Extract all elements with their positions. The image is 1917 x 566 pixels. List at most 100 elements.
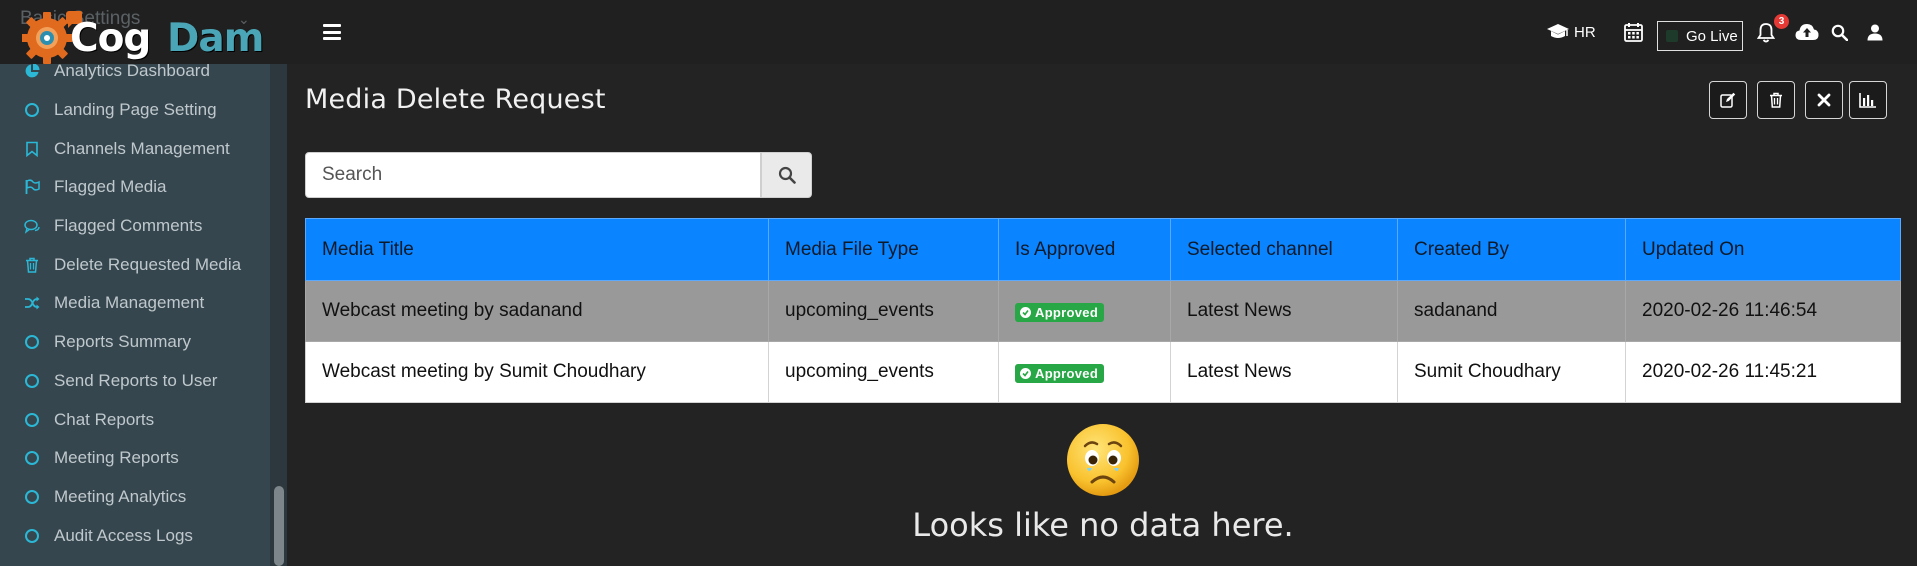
sidebar-nav: Analytics Dashboard Landing Page Setting… — [0, 52, 270, 555]
cell-is-approved: Approved — [998, 280, 1171, 342]
go-live-button[interactable]: Go Live — [1657, 21, 1743, 51]
cell-selected-channel: Latest News — [1170, 341, 1398, 403]
approved-label: Approved — [1035, 366, 1099, 381]
sidebar-scroll-area: Analytics Dashboard Landing Page Setting… — [0, 0, 270, 566]
notification-count-badge: 3 — [1774, 14, 1789, 29]
sidebar-item-flagged-comments[interactable]: Flagged Comments — [0, 207, 270, 246]
column-header-media-title[interactable]: Media Title — [305, 218, 769, 281]
circle-icon — [24, 334, 40, 350]
sidebar-item-label: Audit Access Logs — [54, 525, 193, 545]
column-header-media-file-type[interactable]: Media File Type — [768, 218, 999, 281]
hr-menu[interactable]: HR — [1546, 0, 1596, 64]
user-icon — [1867, 24, 1883, 40]
trash-icon — [1770, 92, 1782, 108]
sidebar-item-label: Meeting Reports — [54, 448, 179, 468]
sidebar-item-send-reports-to-user[interactable]: Send Reports to User — [0, 362, 270, 401]
comments-icon — [24, 218, 40, 234]
sidebar-item-label: Analytics Dashboard — [54, 61, 210, 81]
search-button[interactable] — [1831, 0, 1848, 64]
sidebar-item-landing-page-setting[interactable]: Landing Page Setting — [0, 91, 270, 130]
cell-media-file-type: upcoming_events — [768, 341, 999, 403]
sidebar-item-media-management[interactable]: Media Management — [0, 284, 270, 323]
upload-button[interactable] — [1795, 0, 1819, 64]
cell-updated-on: 2020-02-26 11:45:21 — [1625, 341, 1901, 403]
trash-icon — [24, 257, 40, 273]
column-header-selected-channel[interactable]: Selected channel — [1170, 218, 1398, 281]
user-profile-button[interactable] — [1867, 0, 1883, 64]
calendar-button[interactable] — [1624, 0, 1643, 64]
edit-icon — [1720, 92, 1736, 108]
logo-text-cog: Cog — [70, 16, 151, 61]
circle-icon — [24, 528, 40, 544]
bell-icon — [1757, 22, 1775, 42]
close-icon — [1817, 93, 1831, 107]
hamburger-menu-icon[interactable] — [323, 24, 341, 40]
column-header-is-approved[interactable]: Is Approved — [998, 218, 1171, 281]
edit-button[interactable] — [1709, 81, 1747, 119]
bar-chart-icon — [1859, 93, 1876, 108]
circle-icon — [24, 450, 40, 466]
bookmark-icon — [24, 141, 40, 157]
flag-icon — [24, 179, 40, 195]
sidebar-item-meeting-analytics[interactable]: Meeting Analytics — [0, 478, 270, 517]
app-root: Analytics Dashboard Landing Page Setting… — [0, 0, 1917, 566]
sidebar-item-label: Landing Page Setting — [54, 100, 217, 120]
delete-button[interactable] — [1757, 81, 1795, 119]
sidebar-item-label: Chat Reports — [54, 409, 155, 429]
search-icon — [778, 166, 796, 184]
sidebar-item-label: Reports Summary — [54, 332, 191, 352]
sidebar-item-meeting-reports[interactable]: Meeting Reports — [0, 439, 270, 478]
close-button[interactable] — [1805, 81, 1843, 119]
empty-state-message: Looks like no data here. — [912, 506, 1294, 544]
graduation-cap-icon — [1547, 24, 1569, 38]
search-icon — [1831, 24, 1848, 41]
hr-label: HR — [1574, 23, 1596, 41]
sidebar-item-chat-reports[interactable]: Chat Reports — [0, 400, 270, 439]
page-title: Media Delete Request — [305, 84, 606, 115]
cell-created-by: sadanand — [1397, 280, 1626, 342]
sidebar-scrollbar-thumb[interactable] — [274, 486, 284, 566]
sidebar: Analytics Dashboard Landing Page Setting… — [0, 0, 287, 566]
cell-created-by: Sumit Choudhary — [1397, 341, 1626, 403]
logo-bar: Basic Settings ⌄ — [0, 0, 287, 64]
live-indicator-icon — [1666, 30, 1678, 42]
search-group — [305, 152, 812, 198]
media-delete-table: Media Title Media File Type Is Approved … — [305, 218, 1901, 403]
search-input[interactable] — [305, 152, 761, 198]
go-live-label: Go Live — [1686, 27, 1738, 45]
main-content: Media Delete Request Media Title — [287, 64, 1917, 566]
sidebar-item-flagged-media[interactable]: Flagged Media — [0, 168, 270, 207]
table-row[interactable]: Webcast meeting by sadanand upcoming_eve… — [305, 280, 1901, 342]
pie-chart-icon — [24, 63, 40, 79]
cell-is-approved: Approved — [998, 341, 1171, 403]
cell-media-title: Webcast meeting by Sumit Choudhary — [305, 341, 769, 403]
sidebar-item-delete-requested-media[interactable]: Delete Requested Media — [0, 245, 270, 284]
cell-selected-channel: Latest News — [1170, 280, 1398, 342]
circle-icon — [24, 373, 40, 389]
column-header-created-by[interactable]: Created By — [1397, 218, 1626, 281]
sidebar-item-label: Flagged Media — [54, 177, 167, 197]
table-row[interactable]: Webcast meeting by Sumit Choudhary upcom… — [305, 341, 1901, 403]
sidebar-item-label: Media Management — [54, 293, 205, 313]
calendar-icon — [1624, 23, 1643, 42]
search-submit-button[interactable] — [761, 152, 812, 198]
top-bar: HR Go Live 3 — [287, 0, 1917, 64]
notifications-button[interactable] — [1757, 0, 1775, 64]
logo-text-dam: Dam — [167, 16, 264, 61]
approved-badge: Approved — [1015, 364, 1105, 383]
sidebar-item-channels-management[interactable]: Channels Management — [0, 129, 270, 168]
analytics-button[interactable] — [1849, 81, 1887, 119]
table-header-row: Media Title Media File Type Is Approved … — [305, 218, 1901, 281]
circle-icon — [24, 412, 40, 428]
sidebar-item-label: Send Reports to User — [54, 370, 218, 390]
sidebar-item-label: Delete Requested Media — [54, 254, 242, 274]
sidebar-item-reports-summary[interactable]: Reports Summary — [0, 323, 270, 362]
check-circle-icon — [1020, 368, 1031, 379]
sidebar-scrollbar[interactable] — [270, 0, 287, 566]
sidebar-item-audit-access-logs[interactable]: Audit Access Logs — [0, 516, 270, 555]
column-header-updated-on[interactable]: Updated On — [1625, 218, 1901, 281]
cogdam-logo[interactable]: Cog Dam — [22, 6, 264, 64]
cell-media-file-type: upcoming_events — [768, 280, 999, 342]
cell-updated-on: 2020-02-26 11:46:54 — [1625, 280, 1901, 342]
approved-label: Approved — [1035, 305, 1099, 320]
